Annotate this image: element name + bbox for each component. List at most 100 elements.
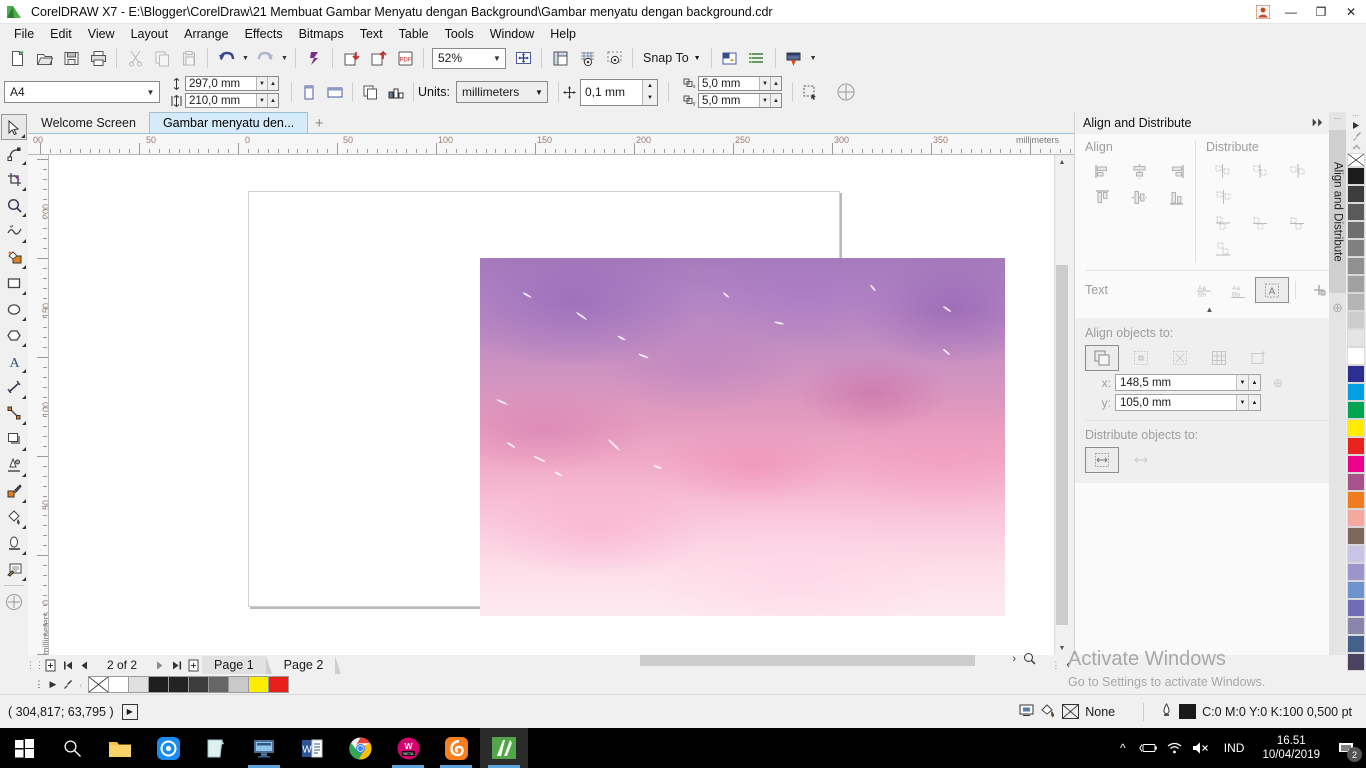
palette-swatch[interactable] bbox=[1347, 472, 1365, 491]
palette-scroll-up-icon[interactable] bbox=[1347, 120, 1365, 131]
mesh-fill-tool[interactable] bbox=[1, 530, 27, 556]
page-height-input[interactable]: 210,0 mm ▼ ▲ bbox=[185, 93, 279, 108]
show-guidelines-icon[interactable] bbox=[601, 46, 627, 70]
distribute-spacing-horizontally-button[interactable] bbox=[1281, 158, 1315, 184]
minimize-button[interactable]: — bbox=[1276, 0, 1306, 24]
menu-file[interactable]: File bbox=[6, 25, 42, 43]
page-background-icon[interactable] bbox=[1019, 703, 1034, 721]
show-grid-icon[interactable] bbox=[574, 46, 600, 70]
colorbar-swatch[interactable] bbox=[128, 676, 149, 693]
y-spin-up[interactable]: ▲ bbox=[1248, 395, 1260, 410]
palette-swatch[interactable] bbox=[1347, 184, 1365, 203]
zoom-canvas-icon[interactable] bbox=[1023, 652, 1036, 668]
colorbar-scroll-left-icon[interactable]: ‹ bbox=[74, 677, 88, 693]
start-button[interactable] bbox=[0, 728, 48, 768]
clock-widget[interactable]: 16.51 10/04/2019 bbox=[1254, 734, 1328, 762]
menu-tools[interactable]: Tools bbox=[437, 25, 482, 43]
color-eyedropper-tool[interactable] bbox=[1, 478, 27, 504]
palette-swatch[interactable] bbox=[1347, 598, 1365, 617]
menu-layout[interactable]: Layout bbox=[123, 25, 177, 43]
dup-x-down[interactable]: ▼ bbox=[758, 77, 770, 90]
search-icon[interactable] bbox=[48, 728, 96, 768]
snap-to-button[interactable]: Snap To ▼ bbox=[638, 46, 706, 70]
menu-view[interactable]: View bbox=[80, 25, 123, 43]
nudge-up[interactable]: ▲ bbox=[641, 79, 657, 92]
palette-swatch[interactable] bbox=[1347, 346, 1365, 365]
cut-icon[interactable] bbox=[122, 46, 148, 70]
menu-table[interactable]: Table bbox=[391, 25, 437, 43]
google-chrome-icon[interactable] bbox=[336, 728, 384, 768]
wireframe-toggle-button[interactable] bbox=[833, 80, 859, 104]
statusbar-expand-button[interactable]: ▶ bbox=[121, 703, 138, 720]
docker-add-icon[interactable]: ⊕ bbox=[1329, 298, 1346, 318]
page-tab-1[interactable]: Page 1 bbox=[202, 656, 272, 674]
distribute-top-button[interactable] bbox=[1206, 210, 1240, 236]
menu-arrange[interactable]: Arrange bbox=[176, 25, 236, 43]
wifi-icon[interactable] bbox=[1162, 728, 1188, 768]
colorbar-swatch-none[interactable] bbox=[88, 676, 109, 693]
polygon-tool[interactable] bbox=[1, 322, 27, 348]
palette-swatch[interactable] bbox=[1347, 616, 1365, 635]
next-page-button[interactable] bbox=[151, 656, 168, 674]
color-palette[interactable]: ⋯ bbox=[1346, 112, 1366, 695]
all-pages-button[interactable] bbox=[357, 80, 383, 104]
first-page-button[interactable] bbox=[59, 656, 76, 674]
canvas-vertical-scrollbar[interactable]: ▲ ▼ bbox=[1054, 155, 1069, 655]
application-launcher-icon[interactable] bbox=[781, 46, 807, 70]
palette-swatch[interactable] bbox=[1347, 166, 1365, 185]
navigator-grip[interactable]: ⋮⋮ bbox=[26, 660, 44, 671]
new-document-icon[interactable] bbox=[4, 46, 30, 70]
ellipse-tool[interactable] bbox=[1, 296, 27, 322]
palette-swatch[interactable] bbox=[1347, 274, 1365, 293]
palette-swatch[interactable] bbox=[1347, 364, 1365, 383]
dup-y-up[interactable]: ▲ bbox=[769, 94, 781, 107]
palette-swatch[interactable] bbox=[1347, 220, 1365, 239]
restore-button[interactable]: ❐ bbox=[1306, 0, 1336, 24]
duplicate-distance-x-input[interactable]: 5,0 mm ▼ ▲ bbox=[697, 76, 782, 91]
docker-collapse-button[interactable]: ⏵⏵ bbox=[1308, 113, 1326, 133]
freehand-tool[interactable] bbox=[1, 218, 27, 244]
menu-help[interactable]: Help bbox=[542, 25, 584, 43]
y-coordinate-input[interactable]: 105,0 mm ▼ ▲ bbox=[1115, 394, 1261, 411]
redo-dropdown-arrow[interactable]: ▼ bbox=[279, 46, 290, 70]
page-height-up[interactable]: ▲ bbox=[267, 94, 278, 107]
page-height-down[interactable]: ▼ bbox=[256, 94, 267, 107]
canvas-horizontal-scrollbar[interactable]: › bbox=[640, 652, 1040, 668]
x-coordinate-input[interactable]: 148,5 mm ▼ ▲ bbox=[1115, 374, 1261, 391]
align-to-center-of-page-button[interactable] bbox=[1163, 345, 1197, 371]
page-size-combo[interactable]: A4 ▼ bbox=[4, 81, 160, 103]
scroll-thumb[interactable] bbox=[1056, 265, 1068, 625]
hscroll-thumb[interactable] bbox=[640, 655, 975, 666]
coreldraw-taskbar-icon[interactable] bbox=[480, 728, 528, 768]
landscape-orientation-button[interactable] bbox=[322, 80, 348, 104]
tab-active-document[interactable]: Gambar menyatu den... bbox=[148, 112, 309, 133]
palette-swatch[interactable] bbox=[1347, 328, 1365, 347]
wattpad-beta-icon[interactable]: W BETA bbox=[384, 728, 432, 768]
distribute-extent-of-page-button[interactable] bbox=[1124, 447, 1158, 473]
x-spin-up[interactable]: ▲ bbox=[1248, 375, 1260, 390]
colorbar-swatch[interactable] bbox=[228, 676, 249, 693]
smart-fill-tool[interactable] bbox=[1, 244, 27, 270]
rectangle-tool[interactable] bbox=[1, 270, 27, 296]
align-to-grid-button[interactable] bbox=[1202, 345, 1236, 371]
align-center-horizontally-button[interactable] bbox=[1122, 158, 1156, 184]
crop-tool[interactable] bbox=[1, 166, 27, 192]
palette-swatch[interactable] bbox=[1347, 400, 1365, 419]
docker-tab-align-and-distribute[interactable]: Align and Distribute bbox=[1329, 130, 1346, 293]
text-last-line-baseline-button[interactable]: Aa Bb bbox=[1221, 277, 1255, 303]
dup-y-down[interactable]: ▼ bbox=[758, 94, 770, 107]
palette-swatch[interactable] bbox=[1347, 454, 1365, 473]
palette-swatch[interactable] bbox=[1347, 634, 1365, 653]
text-first-line-baseline-button[interactable]: Aa Bb bbox=[1187, 277, 1221, 303]
y-spin-down[interactable]: ▼ bbox=[1236, 395, 1248, 410]
align-to-edge-of-page-button[interactable] bbox=[1124, 345, 1158, 371]
fill-swatch-none[interactable] bbox=[1062, 704, 1080, 719]
undo-icon[interactable] bbox=[213, 46, 239, 70]
palette-swatch[interactable] bbox=[1347, 418, 1365, 437]
text-tool[interactable]: A bbox=[1, 348, 27, 374]
distribute-left-button[interactable] bbox=[1206, 158, 1240, 184]
object-manager-icon[interactable] bbox=[744, 46, 770, 70]
colorbar-swatch[interactable] bbox=[108, 676, 129, 693]
undo-dropdown-arrow[interactable]: ▼ bbox=[240, 46, 251, 70]
palette-swatch[interactable] bbox=[1347, 238, 1365, 257]
